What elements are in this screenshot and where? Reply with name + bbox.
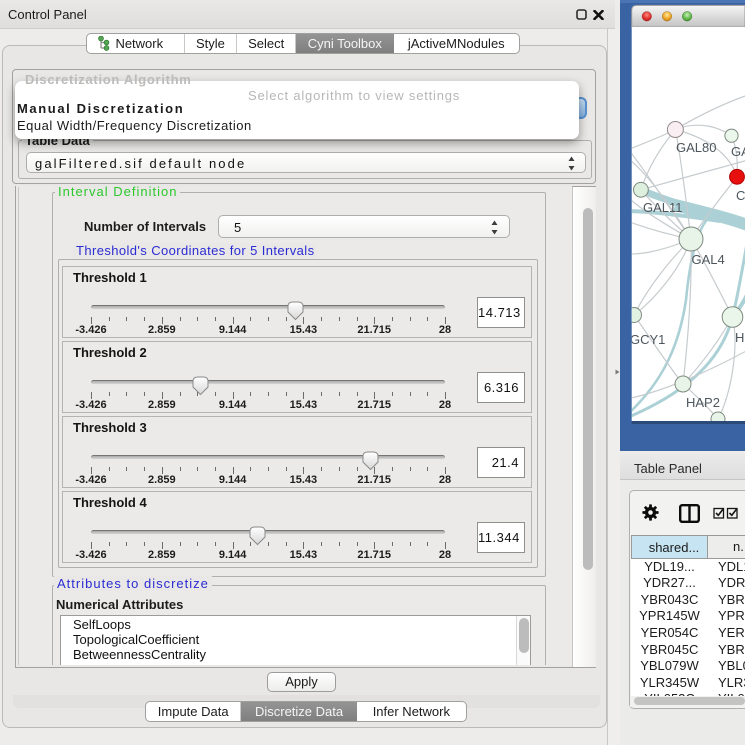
svg-text:H: H [735,330,744,345]
svg-text:GAL11: GAL11 [643,200,683,215]
svg-text:C: C [736,188,745,203]
svg-text:GA: GA [731,144,745,159]
svg-text:GAL4: GAL4 [692,252,725,267]
svg-text:HAP2: HAP2 [686,395,720,410]
svg-text:GCY1: GCY1 [630,332,665,347]
svg-text:GAL80: GAL80 [676,140,716,155]
